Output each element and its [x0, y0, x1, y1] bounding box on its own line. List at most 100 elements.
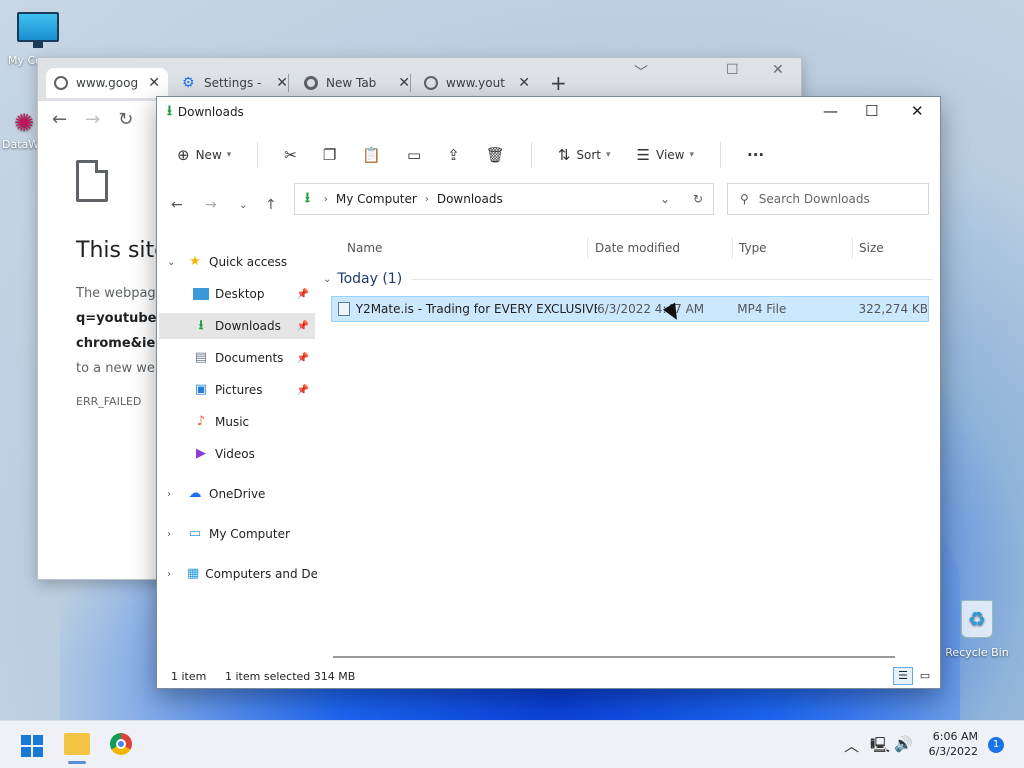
- address-bar[interactable]: ⭳ › My Computer › Downloads ⌄ ↻: [294, 183, 714, 215]
- nav-computers-and-devices[interactable]: › ▦ Computers and Dev: [157, 561, 317, 587]
- datawrapper-icon: ✺: [13, 109, 35, 137]
- chevron-right-icon[interactable]: ›: [167, 569, 171, 580]
- nav-music[interactable]: ♪ Music: [159, 409, 315, 435]
- notification-badge[interactable]: 1: [988, 737, 1004, 753]
- chevron-down-icon[interactable]: ⌄: [167, 257, 175, 268]
- cut-button[interactable]: ✂: [284, 146, 297, 164]
- close-tab-icon[interactable]: ✕: [398, 75, 410, 91]
- column-header-type[interactable]: Type: [739, 241, 767, 255]
- chrome-tab-settings[interactable]: ⚙ Settings - ✕: [174, 68, 296, 98]
- file-row[interactable]: Y2Mate.is - Trading for EVERY EXCLUSIVE.…: [331, 296, 929, 322]
- nav-documents[interactable]: ▤ Documents 📌: [159, 345, 315, 371]
- chevron-right-icon: ›: [323, 193, 328, 205]
- nav-videos[interactable]: ▶ Videos: [159, 441, 315, 467]
- pin-icon: 📌: [296, 320, 309, 332]
- view-button[interactable]: ☰ View ▾: [637, 146, 694, 164]
- search-input[interactable]: ⚲ Search Downloads: [727, 183, 929, 215]
- chrome-tab-youtube[interactable]: www.yout ✕: [416, 68, 538, 98]
- chevron-right-icon[interactable]: ›: [167, 529, 171, 540]
- explorer-title-bar[interactable]: ⭳ Downloads — ☐ ✕: [157, 97, 940, 127]
- column-header-size[interactable]: Size: [859, 241, 884, 255]
- toolbar-separator: [257, 142, 259, 168]
- pictures-icon: ▣: [194, 382, 208, 397]
- nav-my-computer[interactable]: › ▭ My Computer: [157, 521, 317, 547]
- breadcrumb-my-computer[interactable]: My Computer: [336, 192, 417, 206]
- delete-button[interactable]: 🗑: [486, 146, 505, 164]
- item-count: 1 item: [171, 669, 207, 683]
- desktop-icon-datawrapper[interactable]: ✺ DataW: [0, 108, 40, 151]
- download-icon: ⭳: [305, 190, 310, 206]
- close-icon[interactable]: ✕: [772, 62, 784, 78]
- up-arrow-icon[interactable]: ↑: [265, 197, 277, 213]
- maximize-icon[interactable]: ☐: [865, 102, 878, 120]
- search-icon: ⚲: [740, 192, 749, 206]
- nav-onedrive[interactable]: › ☁ OneDrive: [157, 481, 317, 507]
- download-icon: ⭳: [198, 318, 204, 333]
- chevron-up-icon[interactable]: ︿: [844, 735, 859, 756]
- file-explorer-window[interactable]: ⭳ Downloads — ☐ ✕ ⊕ New ▾ ✂ ❐ 📋 ▭ ⇪ 🗑 ⇅ …: [156, 96, 941, 689]
- volume-icon[interactable]: 🔊: [894, 735, 913, 753]
- reload-icon[interactable]: ↻: [118, 109, 133, 130]
- chrome-tab-new-tab[interactable]: New Tab ✕: [296, 68, 418, 98]
- globe-icon: [54, 76, 68, 90]
- explorer-body: ⌄ ★ Quick access Desktop 📌 ⭳ Downloads 📌…: [157, 229, 940, 661]
- chevron-down-icon[interactable]: ⌄: [660, 192, 670, 206]
- refresh-icon[interactable]: ↻: [693, 192, 703, 206]
- view-icon: ☰: [636, 146, 650, 164]
- share-button[interactable]: ⇪: [447, 146, 460, 164]
- clock[interactable]: 6:06 AM 6/3/2022: [918, 729, 978, 759]
- tab-separator: [410, 74, 411, 92]
- column-header-name[interactable]: Name: [347, 241, 382, 255]
- breadcrumb-downloads[interactable]: Downloads: [437, 192, 503, 206]
- copy-button[interactable]: ❐: [323, 146, 336, 164]
- more-options-button[interactable]: ···: [747, 146, 764, 164]
- column-header-date[interactable]: Date modified: [595, 241, 680, 255]
- chevron-down-icon: ⌄: [323, 273, 332, 285]
- tiles-view-button[interactable]: ▭: [915, 667, 935, 685]
- download-icon: ⭳: [167, 103, 172, 119]
- new-tab-button[interactable]: +: [542, 68, 570, 98]
- horizontal-scrollbar[interactable]: [333, 656, 895, 658]
- nav-pictures[interactable]: ▣ Pictures 📌: [159, 377, 315, 403]
- back-arrow-icon[interactable]: ←: [171, 197, 183, 213]
- toolbar-separator: [720, 142, 722, 168]
- file-explorer-taskbar-icon[interactable]: [64, 733, 90, 764]
- share-icon: ⇪: [447, 146, 460, 164]
- maximize-icon[interactable]: ☐: [726, 62, 739, 78]
- new-button[interactable]: ⊕ New ▾: [177, 146, 231, 164]
- forward-arrow-icon[interactable]: →: [85, 109, 100, 130]
- recent-locations-icon[interactable]: ⌄: [239, 200, 247, 211]
- copy-icon: ❐: [322, 146, 337, 164]
- start-button[interactable]: [21, 735, 43, 757]
- star-icon: ★: [189, 254, 201, 269]
- chrome-taskbar-icon[interactable]: [110, 733, 132, 755]
- desktop-icon-recycle-bin[interactable]: ♻ Recycle Bin: [942, 600, 1012, 659]
- address-row: ← → ⌄ ↑ ⭳ › My Computer › Downloads ⌄ ↻ …: [157, 183, 940, 229]
- paste-button[interactable]: 📋: [362, 146, 381, 164]
- forward-arrow-icon[interactable]: →: [205, 197, 217, 213]
- recycle-bin-icon: ♻: [961, 600, 993, 638]
- desktop-folder-icon: [193, 288, 209, 300]
- chevron-down-icon[interactable]: ﹀: [634, 62, 648, 82]
- document-icon: ▤: [194, 350, 208, 365]
- close-icon[interactable]: ✕: [911, 102, 924, 120]
- windows-logo-tile: [21, 747, 31, 757]
- chevron-right-icon[interactable]: ›: [167, 489, 171, 500]
- group-header-today[interactable]: ⌄ Today (1): [323, 271, 933, 287]
- network-icon[interactable]: 🖳: [870, 735, 890, 760]
- nav-desktop[interactable]: Desktop 📌: [159, 281, 315, 307]
- rename-button[interactable]: ▭: [407, 146, 421, 164]
- close-tab-icon[interactable]: ✕: [518, 75, 530, 91]
- pin-icon: 📌: [296, 288, 309, 300]
- close-tab-icon[interactable]: ✕: [276, 75, 288, 91]
- close-tab-icon[interactable]: ✕: [148, 75, 160, 91]
- back-arrow-icon[interactable]: ←: [52, 109, 67, 130]
- details-view-button[interactable]: ☰: [893, 667, 913, 685]
- nav-downloads[interactable]: ⭳ Downloads 📌: [159, 313, 315, 339]
- cloud-icon: ☁: [188, 486, 202, 501]
- sort-button[interactable]: ⇅ Sort ▾: [558, 146, 611, 164]
- nav-quick-access[interactable]: ⌄ ★ Quick access: [157, 249, 317, 275]
- column-separator: [587, 237, 588, 259]
- chrome-tab-google[interactable]: www.goog ✕: [46, 68, 168, 98]
- minimize-icon[interactable]: —: [823, 102, 838, 120]
